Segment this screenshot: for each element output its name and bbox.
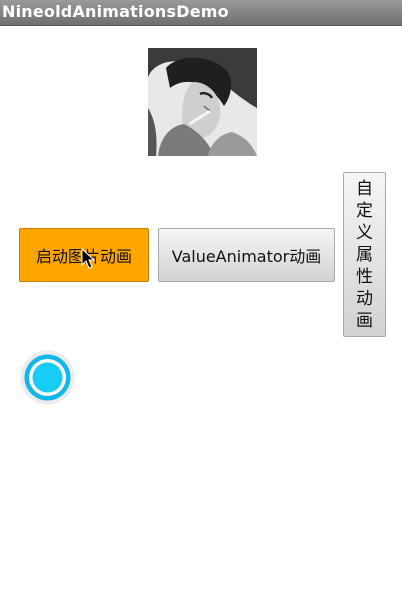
custom-property-char: 自 <box>356 178 373 199</box>
custom-property-animation-button[interactable]: 自 定 义 属 性 动 画 <box>343 172 386 337</box>
mouse-pointer-icon <box>81 247 96 270</box>
custom-property-char: 画 <box>356 310 373 331</box>
custom-property-char: 性 <box>356 266 373 287</box>
value-animator-button[interactable]: ValueAnimator动画 <box>158 228 335 282</box>
value-animator-label: ValueAnimator动画 <box>171 247 322 266</box>
custom-property-char: 定 <box>356 200 373 221</box>
portrait-image[interactable] <box>148 48 257 156</box>
animated-ball[interactable] <box>20 350 75 405</box>
animated-ball-icon <box>20 350 75 405</box>
title-bar: NineoldAnimationsDemo <box>0 0 402 26</box>
custom-property-char: 动 <box>356 288 373 309</box>
custom-property-char: 属 <box>356 244 373 265</box>
app-title: NineoldAnimationsDemo <box>2 2 229 21</box>
portrait-photo-icon <box>148 48 257 156</box>
custom-property-char: 义 <box>356 222 373 243</box>
